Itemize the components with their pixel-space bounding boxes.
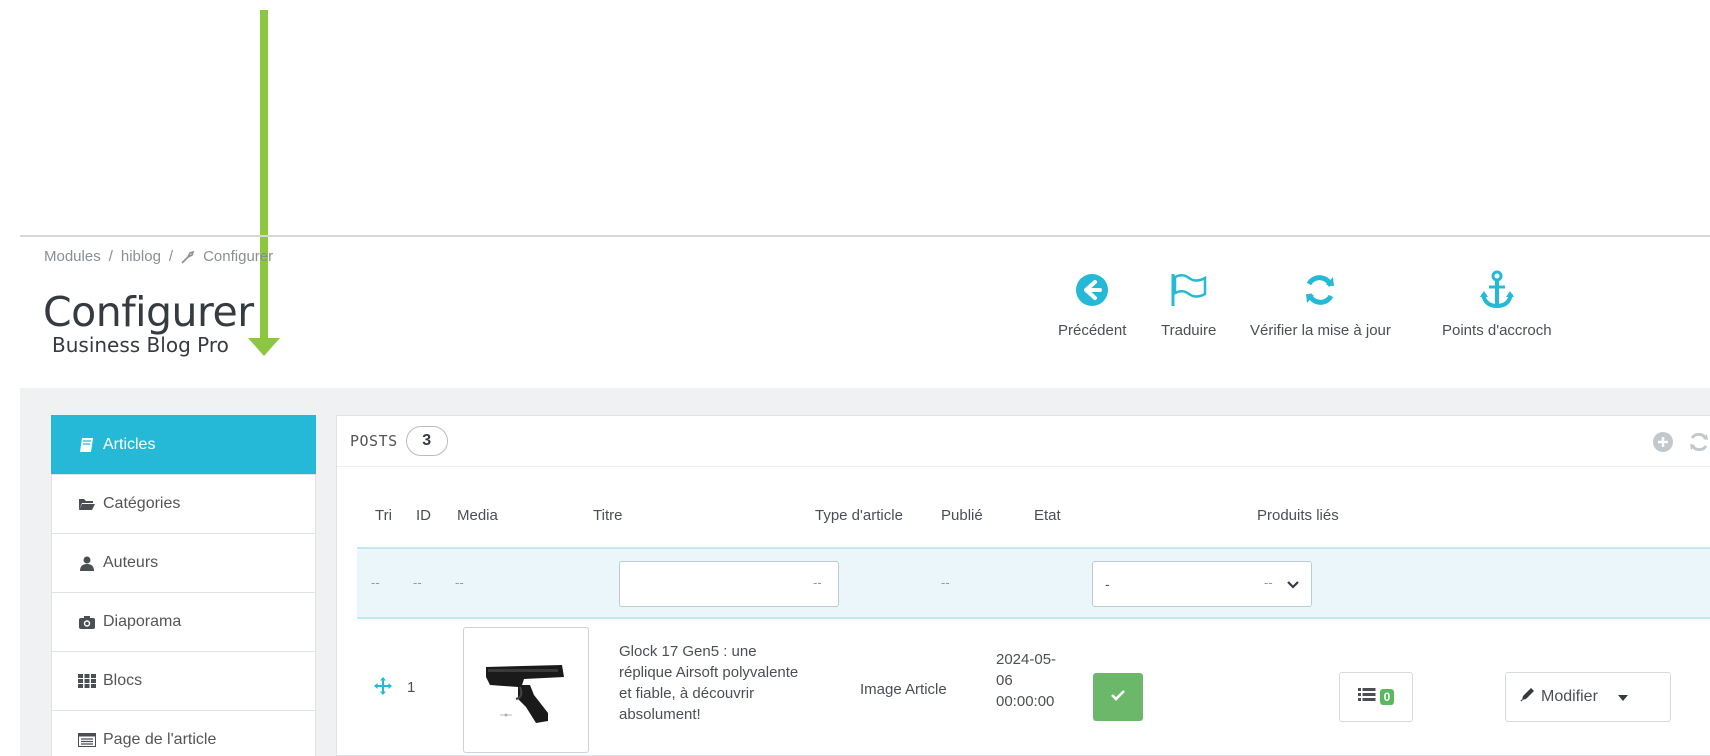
hooks-button[interactable]: Points d'accroch <box>1442 268 1552 339</box>
breadcrumb-separator: / <box>108 248 113 265</box>
add-new-icon[interactable] <box>1652 431 1674 458</box>
panel-title: POSTS <box>350 432 398 450</box>
post-thumbnail <box>463 627 589 753</box>
post-published-date: 2024-05- 06 00:00:00 <box>996 649 1076 712</box>
panel-header-actions <box>1652 431 1710 458</box>
table-row[interactable]: 1 Glock 17 Gen5 : une réplique Airsoft p… <box>357 619 1710 756</box>
column-header-media: Media <box>457 507 498 524</box>
hooks-button-label: Points d'accroch <box>1442 322 1552 339</box>
page-title: Configurer <box>43 288 254 336</box>
post-title-line: et fiable, à découvrir <box>619 685 755 702</box>
post-title-line: Glock 17 Gen5 : une <box>619 643 757 660</box>
column-header-id[interactable]: ID <box>416 507 431 524</box>
folder-open-icon <box>77 497 97 511</box>
filter-placeholder: -- <box>941 575 950 590</box>
sidebar-item-label: Diaporama <box>103 613 182 630</box>
state-filter-value: - <box>1105 576 1110 592</box>
check-update-button[interactable]: Vérifier la mise à jour <box>1250 268 1391 339</box>
camera-icon <box>77 615 97 630</box>
back-button[interactable]: Précédent <box>1058 268 1126 339</box>
filter-placeholder: -- <box>371 575 380 590</box>
back-button-label: Précédent <box>1058 322 1127 339</box>
flag-icon <box>1169 268 1209 312</box>
book-icon <box>77 437 97 453</box>
breadcrumb-item-hiblog[interactable]: hiblog <box>121 248 161 265</box>
linked-products-button[interactable]: 0 <box>1339 672 1413 722</box>
refresh-icon <box>1302 268 1338 312</box>
column-header-sort[interactable]: Tri <box>375 507 392 524</box>
grid-icon <box>77 674 97 688</box>
annotation-arrow-shaft <box>260 10 268 346</box>
sidebar-item-blocks[interactable]: Blocs <box>51 651 316 711</box>
column-header-linked-products: Produits liés <box>1257 507 1339 524</box>
filter-placeholder: -- <box>813 575 822 590</box>
breadcrumb: Modules / hiblog / Configurer <box>44 248 273 265</box>
post-title-line: absolument! <box>619 706 701 723</box>
filter-row: -- -- -- -- -- - -- <box>357 547 1710 619</box>
sidebar-item-label: Catégories <box>103 495 181 512</box>
sidebar-item-label: Blocs <box>103 672 143 689</box>
sidebar-item-article-page[interactable]: Page de l'article <box>51 710 316 756</box>
wrench-icon <box>181 250 195 264</box>
date-line: 00:00:00 <box>996 693 1055 710</box>
check-update-button-label: Vérifier la mise à jour <box>1250 322 1391 339</box>
drag-handle-icon[interactable] <box>374 677 392 699</box>
caret-down-icon[interactable] <box>1617 688 1628 706</box>
pistol-image <box>486 665 564 723</box>
sidebar-item-articles[interactable]: Articles <box>51 415 316 475</box>
edit-button[interactable]: Modifier <box>1505 672 1671 722</box>
sidebar-item-authors[interactable]: Auteurs <box>51 533 316 593</box>
column-header-published[interactable]: Publié <box>941 507 983 524</box>
breadcrumb-item-configurer: Configurer <box>203 248 274 265</box>
user-icon <box>77 556 97 571</box>
header-divider <box>20 235 1710 237</box>
row-id: 1 <box>407 679 416 696</box>
filter-placeholder: -- <box>1264 575 1273 590</box>
translate-button-label: Traduire <box>1161 322 1217 339</box>
page-subtitle: Business Blog Pro <box>52 333 229 357</box>
filter-placeholder: -- <box>413 575 422 590</box>
table-header-row: Tri ID Media Titre Type d'article Publié… <box>337 507 1710 537</box>
date-line: 2024-05- <box>996 651 1057 668</box>
post-title-line: réplique Airsoft polyvalente <box>619 664 799 681</box>
sidebar-item-slideshow[interactable]: Diaporama <box>51 592 316 652</box>
state-filter-select[interactable]: - <box>1092 561 1312 607</box>
linked-products-count: 0 <box>1379 689 1395 705</box>
check-icon <box>1111 688 1125 706</box>
chevron-down-icon <box>1287 576 1299 592</box>
column-header-type[interactable]: Type d'article <box>815 507 903 524</box>
filter-placeholder: -- <box>455 575 464 590</box>
arrow-circle-left-icon <box>1075 268 1109 312</box>
anchor-icon <box>1479 268 1515 312</box>
panel-header: POSTS 3 <box>337 416 1710 467</box>
column-header-title[interactable]: Titre <box>593 507 622 524</box>
date-line: 06 <box>996 672 1013 689</box>
list-icon <box>1357 688 1376 706</box>
refresh-list-icon[interactable] <box>1688 431 1710 458</box>
sidebar-item-label: Articles <box>103 436 156 453</box>
sidebar: Articles Catégories Auteurs Diaporama Bl… <box>51 415 316 756</box>
pencil-icon <box>1520 687 1535 707</box>
state-toggle-button[interactable] <box>1093 673 1143 721</box>
page-icon <box>77 733 97 747</box>
posts-panel: POSTS 3 Tri ID Media Titre Type d'articl… <box>336 415 1710 756</box>
translate-button[interactable]: Traduire <box>1161 268 1216 339</box>
annotation-arrow-head <box>248 338 280 356</box>
sidebar-item-label: Auteurs <box>103 554 159 571</box>
title-filter-input[interactable] <box>619 561 839 607</box>
posts-count-badge: 3 <box>405 426 448 456</box>
breadcrumb-separator: / <box>168 248 174 265</box>
breadcrumb-item-modules[interactable]: Modules <box>44 248 101 265</box>
sidebar-item-label: Page de l'article <box>103 731 217 748</box>
post-type: Image Article <box>860 681 947 698</box>
column-header-state[interactable]: Etat <box>1034 507 1061 524</box>
sidebar-item-categories[interactable]: Catégories <box>51 474 316 534</box>
post-title[interactable]: Glock 17 Gen5 : une réplique Airsoft pol… <box>619 641 859 725</box>
edit-button-label: Modifier <box>1541 688 1598 705</box>
